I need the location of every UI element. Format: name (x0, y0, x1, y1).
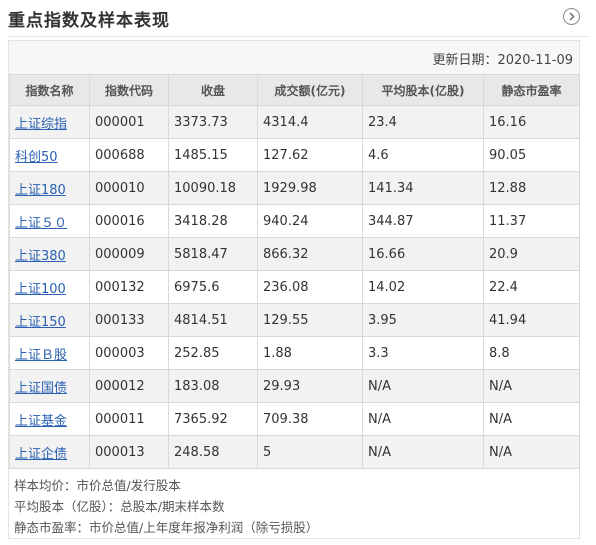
close-value: 252.85 (168, 336, 258, 370)
chevron-right-circle-icon (569, 12, 575, 21)
turnover-value: 866.32 (257, 237, 363, 271)
panel-header: 重点指数及样本表现 (8, 0, 590, 37)
avg-shares-value: 344.87 (362, 204, 484, 238)
column-header: 平均股本(亿股) (362, 74, 484, 106)
key-index-panel: 重点指数及样本表现 更新日期：2020-11-09 指数名称 指数代码 收盘 成… (0, 0, 596, 545)
avg-shares-value: 141.34 (362, 171, 484, 205)
avg-shares-value: 14.02 (362, 270, 484, 304)
close-value: 4814.51 (168, 303, 258, 337)
pe-value: 12.88 (483, 171, 580, 205)
avg-shares-value: 23.4 (362, 105, 484, 139)
pe-value: 22.4 (483, 270, 580, 304)
table-row: 上证100 000132 6975.6 236.08 14.02 22.4 (9, 270, 580, 304)
more-button[interactable] (563, 8, 580, 25)
turnover-value: 5 (257, 435, 363, 469)
index-code: 000132 (89, 270, 169, 304)
table-header-row: 指数名称 指数代码 收盘 成交额(亿元) 平均股本(亿股) 静态市盈率 (9, 74, 580, 106)
column-header: 静态市盈率 (483, 74, 580, 106)
index-name-link[interactable]: 上证企债 (15, 447, 67, 462)
index-table-box: 更新日期：2020-11-09 指数名称 指数代码 收盘 成交额(亿元) 平均股… (8, 40, 580, 539)
close-value: 3418.28 (168, 204, 258, 238)
index-name-link[interactable]: 科创50 (15, 150, 58, 165)
footnote: 平均股本（亿股）：总股本/期末样本数 (14, 499, 225, 514)
close-value: 248.58 (168, 435, 258, 469)
avg-shares-value: 3.95 (362, 303, 484, 337)
index-name-link[interactable]: 上证国债 (15, 381, 67, 396)
index-code: 000011 (89, 402, 169, 436)
index-name-link[interactable]: 上证综指 (15, 117, 67, 132)
pe-value: 11.37 (483, 204, 580, 238)
turnover-value: 129.55 (257, 303, 363, 337)
avg-shares-value: 3.3 (362, 336, 484, 370)
close-value: 1485.15 (168, 138, 258, 172)
pe-value: N/A (483, 369, 580, 403)
close-value: 6975.6 (168, 270, 258, 304)
table-row: 上证180 000010 10090.18 1929.98 141.34 12.… (9, 171, 580, 205)
turnover-value: 29.93 (257, 369, 363, 403)
pe-value: 90.05 (483, 138, 580, 172)
avg-shares-value: 4.6 (362, 138, 484, 172)
table-row: 上证380 000009 5818.47 866.32 16.66 20.9 (9, 237, 580, 271)
close-value: 183.08 (168, 369, 258, 403)
update-row: 更新日期：2020-11-09 (9, 41, 579, 74)
index-code: 000009 (89, 237, 169, 271)
table-row: 上证Ｂ股 000003 252.85 1.88 3.3 8.8 (9, 336, 580, 370)
table-row: 科创50 000688 1485.15 127.62 4.6 90.05 (9, 138, 580, 172)
pe-value: N/A (483, 435, 580, 469)
index-code: 000013 (89, 435, 169, 469)
avg-shares-value: N/A (362, 435, 484, 469)
index-code: 000688 (89, 138, 169, 172)
avg-shares-value: N/A (362, 369, 484, 403)
column-header: 指数代码 (89, 74, 169, 106)
column-header: 收盘 (168, 74, 258, 106)
index-name-link[interactable]: 上证５０ (15, 216, 67, 231)
index-code: 000012 (89, 369, 169, 403)
index-name-link[interactable]: 上证380 (15, 249, 66, 264)
pe-value: 8.8 (483, 336, 580, 370)
footnote: 样本均价：市价总值/发行股本 (14, 478, 181, 493)
table-row: 上证150 000133 4814.51 129.55 3.95 41.94 (9, 303, 580, 337)
index-name-link[interactable]: 上证Ｂ股 (15, 348, 67, 363)
index-code: 000001 (89, 105, 169, 139)
close-value: 7365.92 (168, 402, 258, 436)
close-value: 3373.73 (168, 105, 258, 139)
table-row: 上证基金 000011 7365.92 709.38 N/A N/A (9, 402, 580, 436)
index-code: 000016 (89, 204, 169, 238)
avg-shares-value: 16.66 (362, 237, 484, 271)
pe-value: N/A (483, 402, 580, 436)
close-value: 10090.18 (168, 171, 258, 205)
turnover-value: 236.08 (257, 270, 363, 304)
index-name-link[interactable]: 上证180 (15, 183, 66, 198)
table-row: 上证综指 000001 3373.73 4314.4 23.4 16.16 (9, 105, 580, 139)
close-value: 5818.47 (168, 237, 258, 271)
pe-value: 41.94 (483, 303, 580, 337)
pe-value: 20.9 (483, 237, 580, 271)
column-header: 指数名称 (9, 74, 90, 106)
footnotes: 样本均价：市价总值/发行股本 平均股本（亿股）：总股本/期末样本数 静态市盈率：… (14, 475, 318, 538)
index-name-link[interactable]: 上证150 (15, 315, 66, 330)
table-row: 上证５０ 000016 3418.28 940.24 344.87 11.37 (9, 204, 580, 238)
table-row: 上证国债 000012 183.08 29.93 N/A N/A (9, 369, 580, 403)
avg-shares-value: N/A (362, 402, 484, 436)
turnover-value: 1929.98 (257, 171, 363, 205)
turnover-value: 4314.4 (257, 105, 363, 139)
index-code: 000133 (89, 303, 169, 337)
turnover-value: 940.24 (257, 204, 363, 238)
pe-value: 16.16 (483, 105, 580, 139)
index-name-link[interactable]: 上证100 (15, 282, 66, 297)
table-row: 上证企债 000013 248.58 5 N/A N/A (9, 435, 580, 469)
index-table: 指数名称 指数代码 收盘 成交额(亿元) 平均股本(亿股) 静态市盈率 上证综指… (9, 74, 580, 469)
index-name-link[interactable]: 上证基金 (15, 414, 67, 429)
turnover-value: 127.62 (257, 138, 363, 172)
turnover-value: 1.88 (257, 336, 363, 370)
column-header: 成交额(亿元) (257, 74, 363, 106)
index-code: 000003 (89, 336, 169, 370)
footnote: 静态市盈率：市价总值/上年度年报净利润（除亏损股） (14, 520, 319, 535)
update-date: 更新日期：2020-11-09 (432, 53, 573, 68)
panel-title: 重点指数及样本表现 (8, 11, 170, 31)
turnover-value: 709.38 (257, 402, 363, 436)
index-code: 000010 (89, 171, 169, 205)
